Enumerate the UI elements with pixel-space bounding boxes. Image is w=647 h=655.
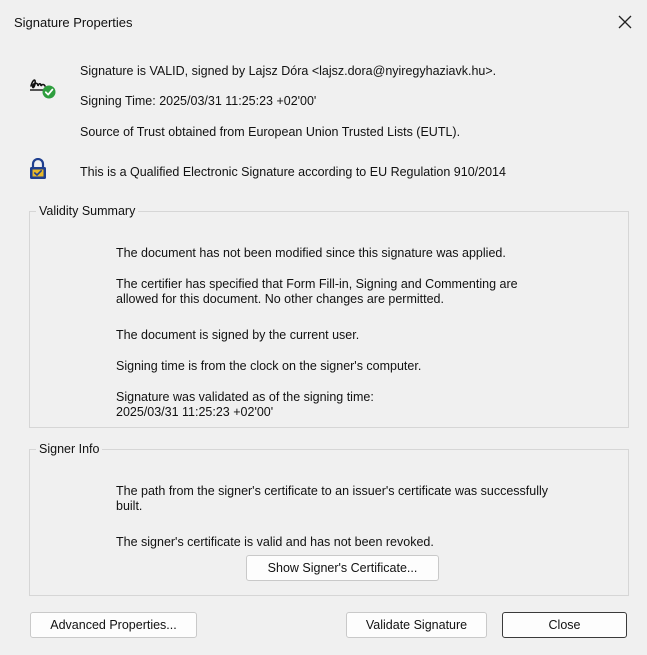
title-bar: Signature Properties — [0, 0, 647, 44]
source-of-trust-text: Source of Trust obtained from European U… — [80, 125, 461, 139]
validity-summary-group: Validity Summary The document has not be… — [29, 204, 629, 428]
validated-time-text-line2: 2025/03/31 11:25:23 +02'00' — [116, 405, 274, 419]
qualified-lock-icon — [28, 157, 48, 180]
signature-valid-icon — [28, 74, 60, 100]
cert-valid-text: The signer's certificate is valid and ha… — [116, 535, 434, 549]
close-icon[interactable] — [603, 0, 647, 44]
certifier-text-line2: allowed for this document. No other chan… — [116, 292, 444, 306]
certifier-text-line1: The certifier has specified that Form Fi… — [116, 277, 518, 291]
validate-signature-button[interactable]: Validate Signature — [346, 612, 487, 638]
validated-time-text-line1: Signature was validated as of the signin… — [116, 390, 374, 404]
cert-path-text-line2: built. — [116, 499, 143, 513]
signing-time-text: Signing Time: 2025/03/31 11:25:23 +02'00… — [80, 94, 317, 108]
cert-path-text-line1: The path from the signer's certificate t… — [116, 484, 549, 498]
clock-source-text: Signing time is from the clock on the si… — [116, 359, 422, 373]
validity-summary-legend: Validity Summary — [39, 204, 136, 218]
signed-by-current-user-text: The document is signed by the current us… — [116, 328, 360, 342]
signer-info-legend: Signer Info — [39, 442, 100, 456]
not-modified-text: The document has not been modified since… — [116, 246, 506, 260]
show-signer-certificate-button[interactable]: Show Signer's Certificate... — [246, 555, 439, 581]
signature-properties-dialog: Signature Properties Signature is VALID,… — [0, 0, 647, 655]
advanced-properties-button[interactable]: Advanced Properties... — [30, 612, 197, 638]
window-title: Signature Properties — [14, 14, 133, 30]
qualified-signature-text: This is a Qualified Electronic Signature… — [80, 165, 506, 179]
signature-status-text: Signature is VALID, signed by Lajsz Dóra… — [80, 64, 497, 78]
close-button[interactable]: Close — [502, 612, 627, 638]
